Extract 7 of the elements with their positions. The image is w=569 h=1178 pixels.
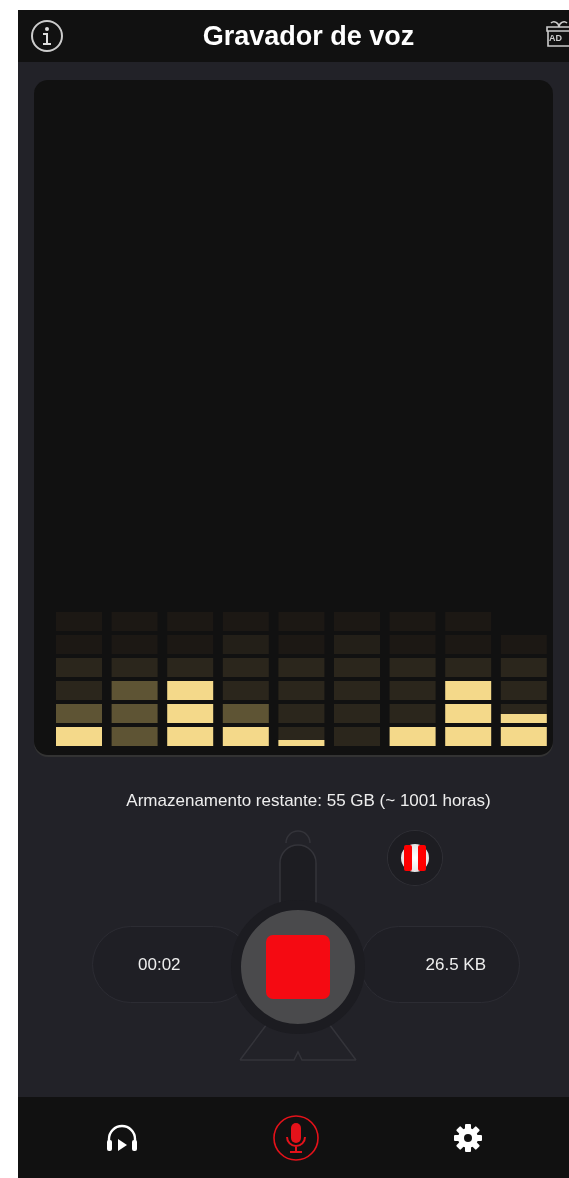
pause-button[interactable]: [388, 831, 442, 885]
headphones-play-icon[interactable]: [104, 1122, 139, 1153]
info-icon[interactable]: [30, 19, 64, 53]
settings-icon[interactable]: [452, 1122, 483, 1153]
storage-remaining-text: Armazenamento restante: 55 GB (~ 1001 horas): [126, 791, 491, 810]
microphone-icon[interactable]: [271, 1113, 320, 1162]
app-title: Gravador de voz: [202, 20, 415, 52]
